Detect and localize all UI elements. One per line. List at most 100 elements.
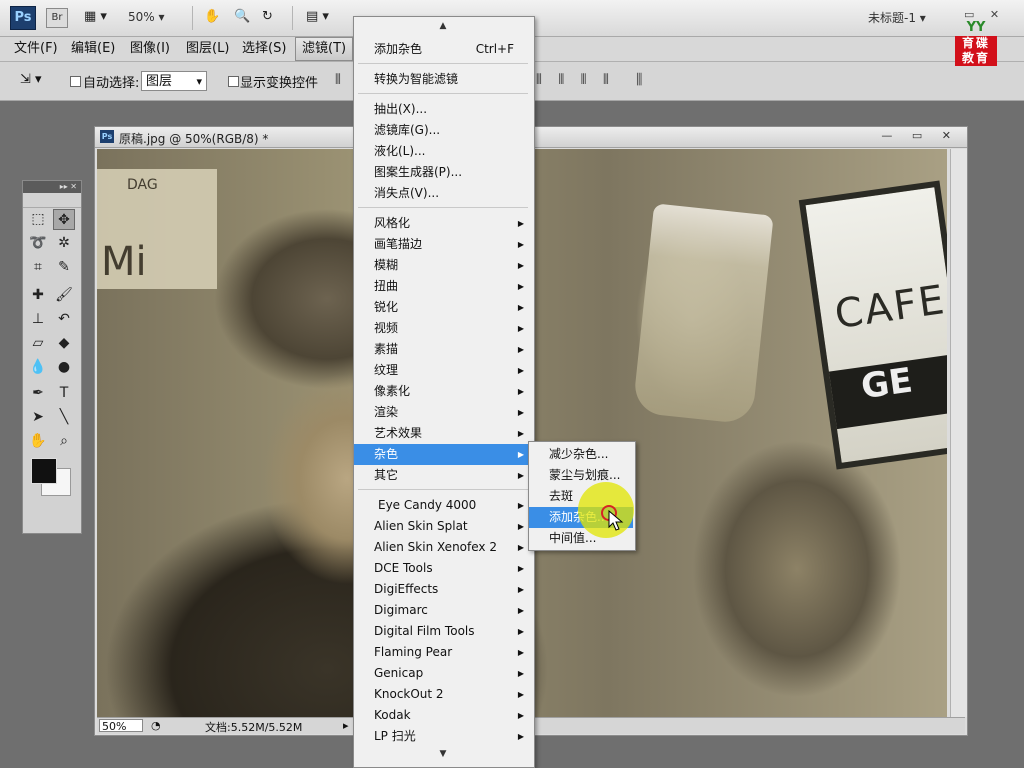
- auto-align-icon[interactable]: ⫼: [636, 72, 648, 88]
- submenu-arrow-icon: ▶: [517, 219, 524, 228]
- zoom-tool-icon[interactable]: 🔍: [234, 8, 250, 26]
- sign-left-text: Mi: [101, 239, 147, 285]
- menu-item-render[interactable]: 渲染 ▶: [354, 402, 532, 423]
- clone-stamp-tool-icon[interactable]: ⊥: [27, 309, 49, 330]
- screen-mode-icon[interactable]: ▦ ▾: [84, 8, 107, 26]
- document-vertical-scrollbar[interactable]: [950, 149, 967, 717]
- menu-item-extract[interactable]: 抽出(X)...: [354, 99, 532, 120]
- menu-item-knockout[interactable]: KnockOut 2 ▶: [354, 684, 532, 705]
- menu-item-digital-film-tools[interactable]: Digital Film Tools ▶: [354, 621, 532, 642]
- menu-item-pixelate[interactable]: 像素化 ▶: [354, 381, 532, 402]
- menu-item-pattern-maker[interactable]: 图案生成器(P)...: [354, 162, 532, 183]
- auto-select-checkbox[interactable]: [70, 76, 81, 87]
- lasso-tool-icon[interactable]: ➰: [27, 233, 49, 254]
- submenu-arrow-icon: ▶: [517, 543, 524, 552]
- menu-scroll-down-icon[interactable]: ▼: [354, 749, 532, 759]
- submenu-arrow-icon: ▶: [517, 501, 524, 510]
- menu-file[interactable]: 文件(F): [8, 37, 64, 61]
- menu-scroll-up-icon[interactable]: ▲: [354, 21, 532, 31]
- dodge-tool-icon[interactable]: ●: [53, 357, 75, 378]
- auto-select-type-select[interactable]: 图层: [141, 71, 207, 92]
- menu-item-vanishing-point[interactable]: 消失点(V)...: [354, 183, 532, 204]
- pen-tool-icon[interactable]: ✒: [27, 383, 49, 404]
- paint-bucket-tool-icon[interactable]: ◆: [53, 333, 75, 354]
- menu-item-sharpen[interactable]: 锐化 ▶: [354, 297, 532, 318]
- cafe-sign-text: CAFE: [831, 276, 947, 339]
- menu-edit[interactable]: 编辑(E): [65, 37, 121, 61]
- cafe-sign: CAFE GE: [798, 180, 947, 470]
- menu-layer[interactable]: 图层(L): [180, 37, 235, 61]
- distribute-icons[interactable]: ⫴ ⫴ ⫴ ⫴: [536, 72, 615, 88]
- submenu-arrow-icon: ▶: [517, 303, 524, 312]
- menu-item-genicap[interactable]: Genicap ▶: [354, 663, 532, 684]
- document-ps-icon: Ps: [100, 130, 114, 143]
- magic-wand-tool-icon[interactable]: ✲: [53, 233, 75, 254]
- document-window-controls[interactable]: — ▭ ✕: [881, 129, 959, 142]
- path-selection-tool-icon[interactable]: ➤: [27, 407, 49, 428]
- zoom-tool-icon[interactable]: ⌕: [53, 431, 75, 452]
- menu-item-dce-tools[interactable]: DCE Tools ▶: [354, 558, 532, 579]
- menu-item-liquify[interactable]: 液化(L)...: [354, 141, 532, 162]
- menu-item-filter-gallery[interactable]: 滤镜库(G)...: [354, 120, 532, 141]
- menu-item-artistic[interactable]: 艺术效果 ▶: [354, 423, 532, 444]
- marquee-tool-icon[interactable]: ⬚: [27, 209, 49, 230]
- menu-select[interactable]: 选择(S): [236, 37, 292, 61]
- menu-item-lp-sweep[interactable]: LP 扫光 ▶: [354, 726, 532, 747]
- menu-item-brush-strokes[interactable]: 画笔描边 ▶: [354, 234, 532, 255]
- menu-item-distort[interactable]: 扭曲 ▶: [354, 276, 532, 297]
- menu-item-sketch[interactable]: 素描 ▶: [354, 339, 532, 360]
- rotate-view-icon[interactable]: ↻: [262, 8, 273, 26]
- submenu-item-dust-scratches[interactable]: 蒙尘与划痕...: [529, 465, 633, 486]
- eyedropper-tool-icon[interactable]: ✎: [53, 257, 75, 278]
- hand-tool-icon[interactable]: ✋: [27, 431, 49, 452]
- eraser-tool-icon[interactable]: ▱: [27, 333, 49, 354]
- move-tool-icon[interactable]: ✥: [53, 209, 75, 230]
- menu-label: LP 扫光: [374, 729, 416, 743]
- menu-item-video[interactable]: 视频 ▶: [354, 318, 532, 339]
- show-transform-checkbox[interactable]: [228, 76, 239, 87]
- move-tool-preset-icon[interactable]: ⇲ ▾: [20, 72, 42, 87]
- blur-tool-icon[interactable]: 💧: [27, 357, 49, 378]
- menu-label: KnockOut 2: [374, 687, 444, 701]
- hand-tool-icon[interactable]: ✋: [204, 8, 220, 26]
- brush-tool-icon[interactable]: 🖌: [53, 285, 75, 306]
- workspace-select[interactable]: 未标题-1 ▾: [868, 9, 926, 26]
- submenu-arrow-icon: ▶: [517, 282, 524, 291]
- status-options-icon[interactable]: ◔: [151, 719, 161, 732]
- menu-item-texture[interactable]: 纹理 ▶: [354, 360, 532, 381]
- menu-item-kodak[interactable]: Kodak ▶: [354, 705, 532, 726]
- menu-image[interactable]: 图像(I): [124, 37, 176, 61]
- menu-filter[interactable]: 滤镜(T): [295, 37, 354, 61]
- menu-item-digimarc[interactable]: Digimarc ▶: [354, 600, 532, 621]
- submenu-item-reduce-noise[interactable]: 减少杂色...: [529, 444, 633, 465]
- healing-brush-tool-icon[interactable]: ✚: [27, 285, 49, 306]
- status-menu-arrow-icon[interactable]: ▸: [343, 719, 349, 732]
- type-tool-icon[interactable]: T: [53, 383, 75, 404]
- crop-tool-icon[interactable]: ⌗: [27, 257, 49, 278]
- menu-item-convert-smart-filter[interactable]: 转换为智能滤镜: [354, 69, 532, 90]
- line-tool-icon[interactable]: ╲: [53, 407, 75, 428]
- menu-item-alien-skin-xenofex[interactable]: Alien Skin Xenofex 2 ▶: [354, 537, 532, 558]
- watermark-text: 育碟 教育: [955, 36, 997, 66]
- status-zoom-field[interactable]: 50%: [99, 719, 143, 733]
- align-icon[interactable]: ⫴: [335, 72, 347, 88]
- menu-label: DigiEffects: [374, 582, 439, 596]
- menu-item-flaming-pear[interactable]: Flaming Pear ▶: [354, 642, 532, 663]
- menu-item-blur[interactable]: 模糊 ▶: [354, 255, 532, 276]
- menu-item-eye-candy[interactable]: Eye Candy 4000 ▶: [354, 495, 532, 516]
- menu-item-digieffects[interactable]: DigiEffects ▶: [354, 579, 532, 600]
- history-brush-tool-icon[interactable]: ↶: [53, 309, 75, 330]
- foreground-color-swatch[interactable]: [31, 458, 57, 484]
- bridge-button[interactable]: Br: [46, 8, 68, 28]
- menu-item-stylize[interactable]: 风格化 ▶: [354, 213, 532, 234]
- menu-item-noise[interactable]: 杂色 ▶: [354, 444, 532, 465]
- menu-item-last-filter[interactable]: 添加杂色 Ctrl+F: [354, 39, 532, 60]
- tools-panel-header[interactable]: ▸▸ ✕: [23, 181, 81, 193]
- menu-item-other[interactable]: 其它 ▶: [354, 465, 532, 486]
- submenu-arrow-icon: ▶: [517, 564, 524, 573]
- menu-item-alien-skin-splat[interactable]: Alien Skin Splat ▶: [354, 516, 532, 537]
- tools-panel-grip[interactable]: [23, 193, 81, 208]
- zoom-level-select[interactable]: 50% ▾: [128, 8, 182, 26]
- appbar-divider: [292, 6, 293, 30]
- arrange-documents-icon[interactable]: ▤ ▾: [306, 8, 329, 26]
